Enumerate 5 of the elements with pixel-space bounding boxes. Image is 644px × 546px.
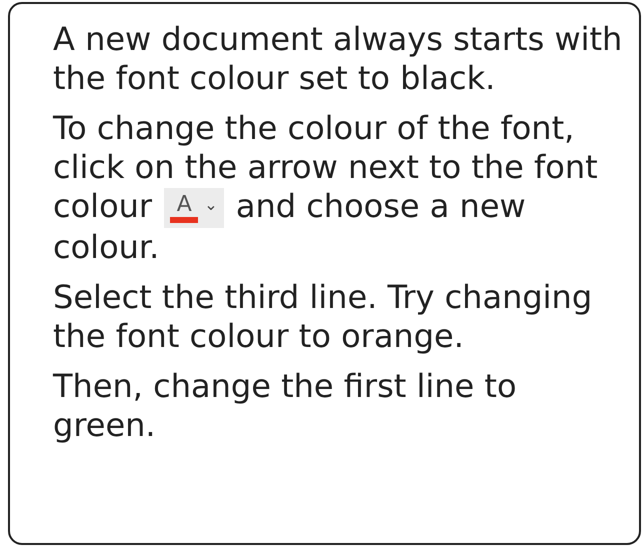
font-colour-icon: A ⌄ xyxy=(164,188,224,228)
instruction-text: To change the colour of the font, click on the arrow next to the font colour A ⌄ and choose a new colour. xyxy=(53,109,599,268)
instruction-text: Then, change the first line to green. xyxy=(53,367,518,446)
instruction-text: A new document always starts with the font colour set to black. xyxy=(53,20,624,98)
instruction-text: Select the third line. Try changing the font colour to orange. xyxy=(53,278,594,356)
